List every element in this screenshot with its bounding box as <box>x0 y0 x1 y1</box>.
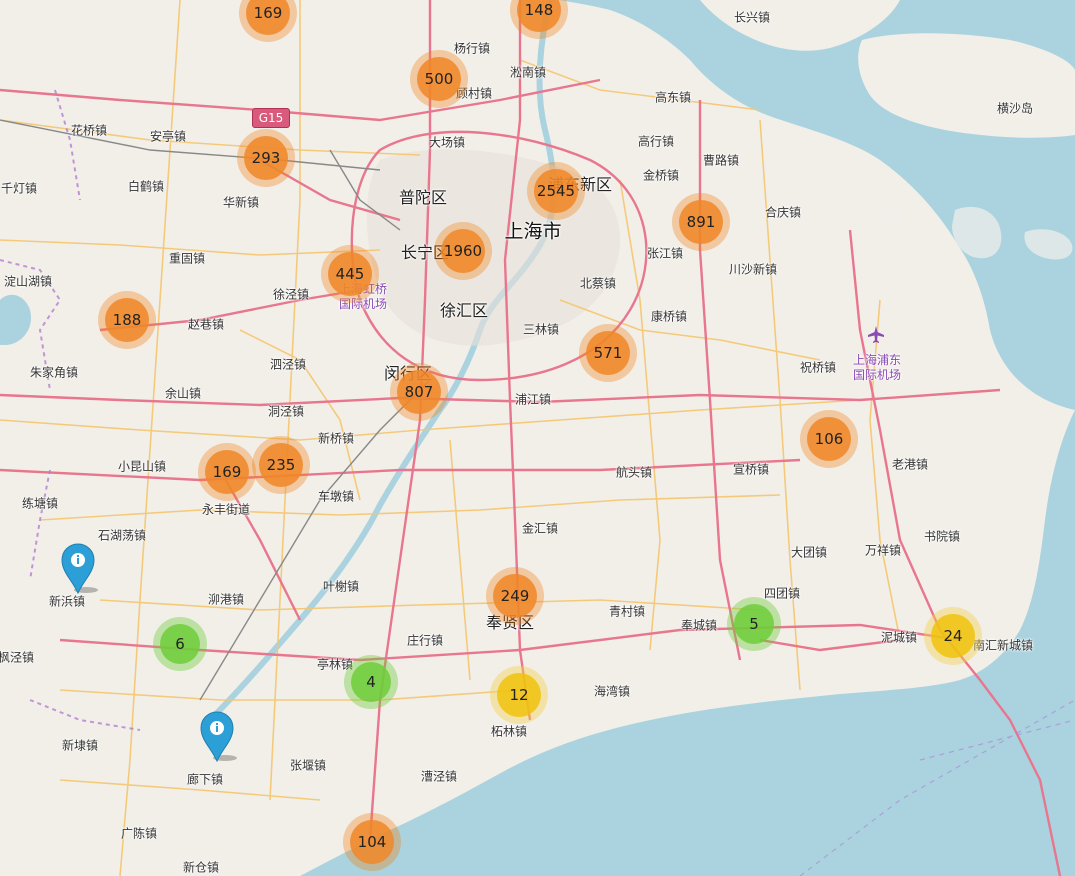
cluster-marker[interactable]: 24 <box>924 607 982 665</box>
cluster-count: 24 <box>931 614 975 658</box>
cluster-count: 188 <box>105 298 149 342</box>
cluster-count: 807 <box>397 370 441 414</box>
cluster-marker[interactable]: 6 <box>153 617 207 671</box>
cluster-marker[interactable]: 249 <box>486 567 544 625</box>
cluster-count: 4 <box>351 662 391 702</box>
cluster-count: 249 <box>493 574 537 618</box>
cluster-marker[interactable]: 891 <box>672 193 730 251</box>
cluster-count: 169 <box>246 0 290 35</box>
cluster-marker[interactable]: 235 <box>252 436 310 494</box>
cluster-marker[interactable]: 445 <box>321 245 379 303</box>
info-map-marker[interactable] <box>58 540 98 595</box>
cluster-count: 293 <box>244 136 288 180</box>
cluster-marker[interactable]: 169 <box>198 443 256 501</box>
route-shield-g15: G15 <box>252 108 290 128</box>
cluster-count: 106 <box>807 417 851 461</box>
cluster-count: 500 <box>417 57 461 101</box>
cluster-marker[interactable]: 1960 <box>434 222 492 280</box>
cluster-count: 169 <box>205 450 249 494</box>
cluster-marker[interactable]: 104 <box>343 813 401 871</box>
cluster-marker[interactable]: 293 <box>237 129 295 187</box>
cluster-marker[interactable]: 2545 <box>527 162 585 220</box>
cluster-marker[interactable]: 500 <box>410 50 468 108</box>
cluster-count: 1960 <box>441 229 485 273</box>
cluster-count: 12 <box>497 673 541 717</box>
cluster-count: 571 <box>586 331 630 375</box>
cluster-count: 5 <box>734 604 774 644</box>
cluster-count: 445 <box>328 252 372 296</box>
cluster-marker[interactable]: 106 <box>800 410 858 468</box>
map-canvas[interactable]: G15 长兴镇 横沙岛 杨行镇 淞南镇 顾村镇 高东镇 花桥镇 安亭镇 大场镇 … <box>0 0 1075 876</box>
cluster-marker[interactable]: 571 <box>579 324 637 382</box>
airport-plane-icon <box>868 326 884 343</box>
cluster-marker[interactable]: 807 <box>390 363 448 421</box>
cluster-marker[interactable]: 12 <box>490 666 548 724</box>
cluster-count: 6 <box>160 624 200 664</box>
info-map-marker[interactable] <box>197 708 237 763</box>
cluster-marker[interactable]: 4 <box>344 655 398 709</box>
cluster-marker[interactable]: 5 <box>727 597 781 651</box>
cluster-marker[interactable]: 188 <box>98 291 156 349</box>
cluster-count: 148 <box>517 0 561 32</box>
cluster-count: 104 <box>350 820 394 864</box>
cluster-count: 2545 <box>534 169 578 213</box>
cluster-count: 891 <box>679 200 723 244</box>
info-icon <box>200 711 237 763</box>
info-icon <box>61 543 98 595</box>
cluster-count: 235 <box>259 443 303 487</box>
basemap <box>0 0 1075 876</box>
